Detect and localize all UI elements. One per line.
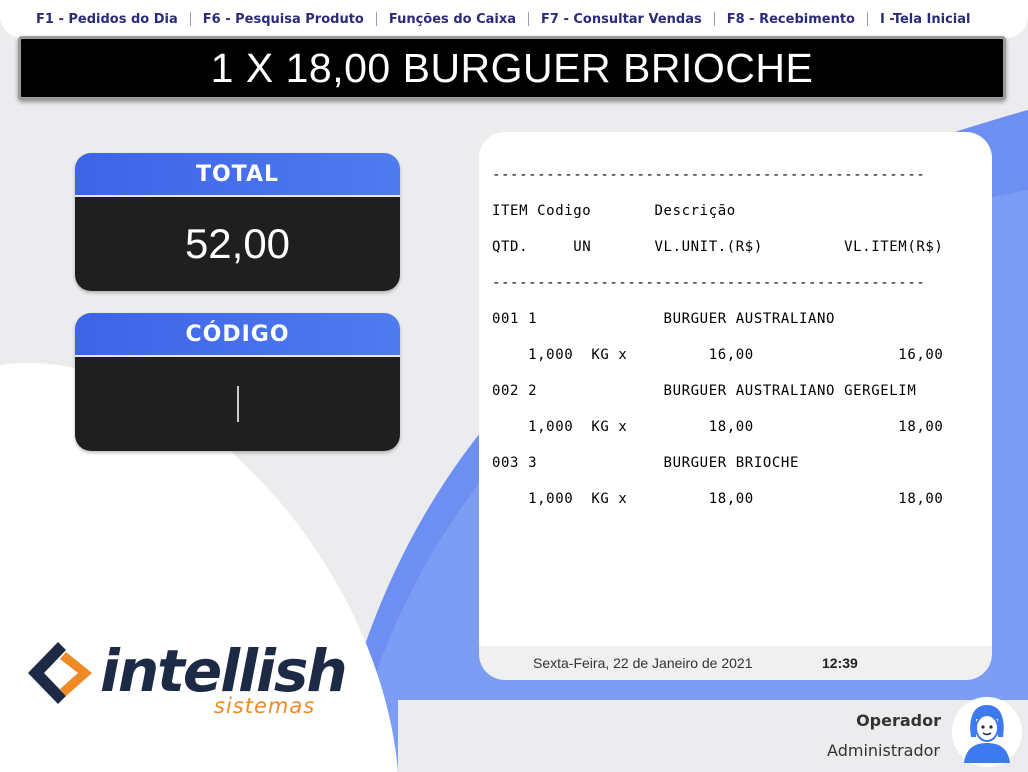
brand-logo: intellish sistemas bbox=[28, 636, 348, 726]
brand-logo-subtitle: sistemas bbox=[214, 694, 316, 718]
receipt-line: ----------------------------------------… bbox=[492, 275, 926, 291]
receipt-line: 001 1 BURGUER AUSTRALIANO bbox=[492, 311, 836, 327]
code-header: CÓDIGO bbox=[75, 313, 400, 357]
top-menu-bar: F1 - Pedidos do Dia F6 - Pesquisa Produt… bbox=[0, 0, 1028, 38]
receipt-panel: ----------------------------------------… bbox=[479, 132, 992, 680]
operator-name: Administrador bbox=[827, 741, 940, 760]
total-label: TOTAL bbox=[195, 161, 280, 187]
menu-funcoes-do-caixa[interactable]: Funções do Caixa bbox=[377, 12, 528, 27]
receipt-line: 003 3 BURGUER BRIOCHE bbox=[492, 455, 799, 471]
menu-tela-inicial[interactable]: I -Tela Inicial bbox=[868, 12, 983, 27]
current-product-text: 1 X 18,00 BURGUER BRIOCHE bbox=[210, 44, 814, 91]
menu-pedidos-do-dia[interactable]: F1 - Pedidos do Dia bbox=[24, 12, 190, 27]
text-caret bbox=[236, 386, 239, 422]
code-input[interactable] bbox=[75, 357, 400, 451]
total-body: 52,00 bbox=[75, 197, 400, 291]
menu-consultar-vendas[interactable]: F7 - Consultar Vendas bbox=[529, 12, 714, 27]
receipt-line: QTD. UN VL.UNIT.(R$) VL.ITEM(R$) bbox=[492, 239, 944, 255]
total-header: TOTAL bbox=[75, 153, 400, 197]
receipt-line: 002 2 BURGUER AUSTRALIANO GERGELIM bbox=[492, 383, 917, 399]
menu-pesquisa-produto[interactable]: F6 - Pesquisa Produto bbox=[191, 12, 376, 27]
receipt-line: 1,000 KG x 16,00 16,00 bbox=[492, 347, 944, 363]
receipt-text: ----------------------------------------… bbox=[492, 148, 982, 544]
status-bar: Sexta-Feira, 22 de Janeiro de 2021 12:39 bbox=[479, 646, 992, 680]
menu-recebimento[interactable]: F8 - Recebimento bbox=[715, 12, 867, 27]
code-label: CÓDIGO bbox=[185, 321, 290, 347]
brand-logo-icon bbox=[28, 642, 92, 704]
total-box: TOTAL 52,00 bbox=[75, 153, 400, 291]
receipt-line: ----------------------------------------… bbox=[492, 167, 926, 183]
current-product-display: 1 X 18,00 BURGUER BRIOCHE bbox=[18, 36, 1006, 100]
receipt-line: ITEM Codigo Descrição bbox=[492, 203, 736, 219]
total-value: 52,00 bbox=[184, 220, 291, 267]
receipt-line: 1,000 KG x 18,00 18,00 bbox=[492, 419, 944, 435]
status-date: Sexta-Feira, 22 de Janeiro de 2021 bbox=[533, 655, 753, 671]
status-time: 12:39 bbox=[822, 655, 858, 671]
receipt-line: 1,000 KG x 18,00 18,00 bbox=[492, 491, 944, 507]
operator-avatar-icon[interactable] bbox=[952, 697, 1022, 767]
operator-label: Operador bbox=[856, 711, 941, 730]
code-box: CÓDIGO bbox=[75, 313, 400, 451]
